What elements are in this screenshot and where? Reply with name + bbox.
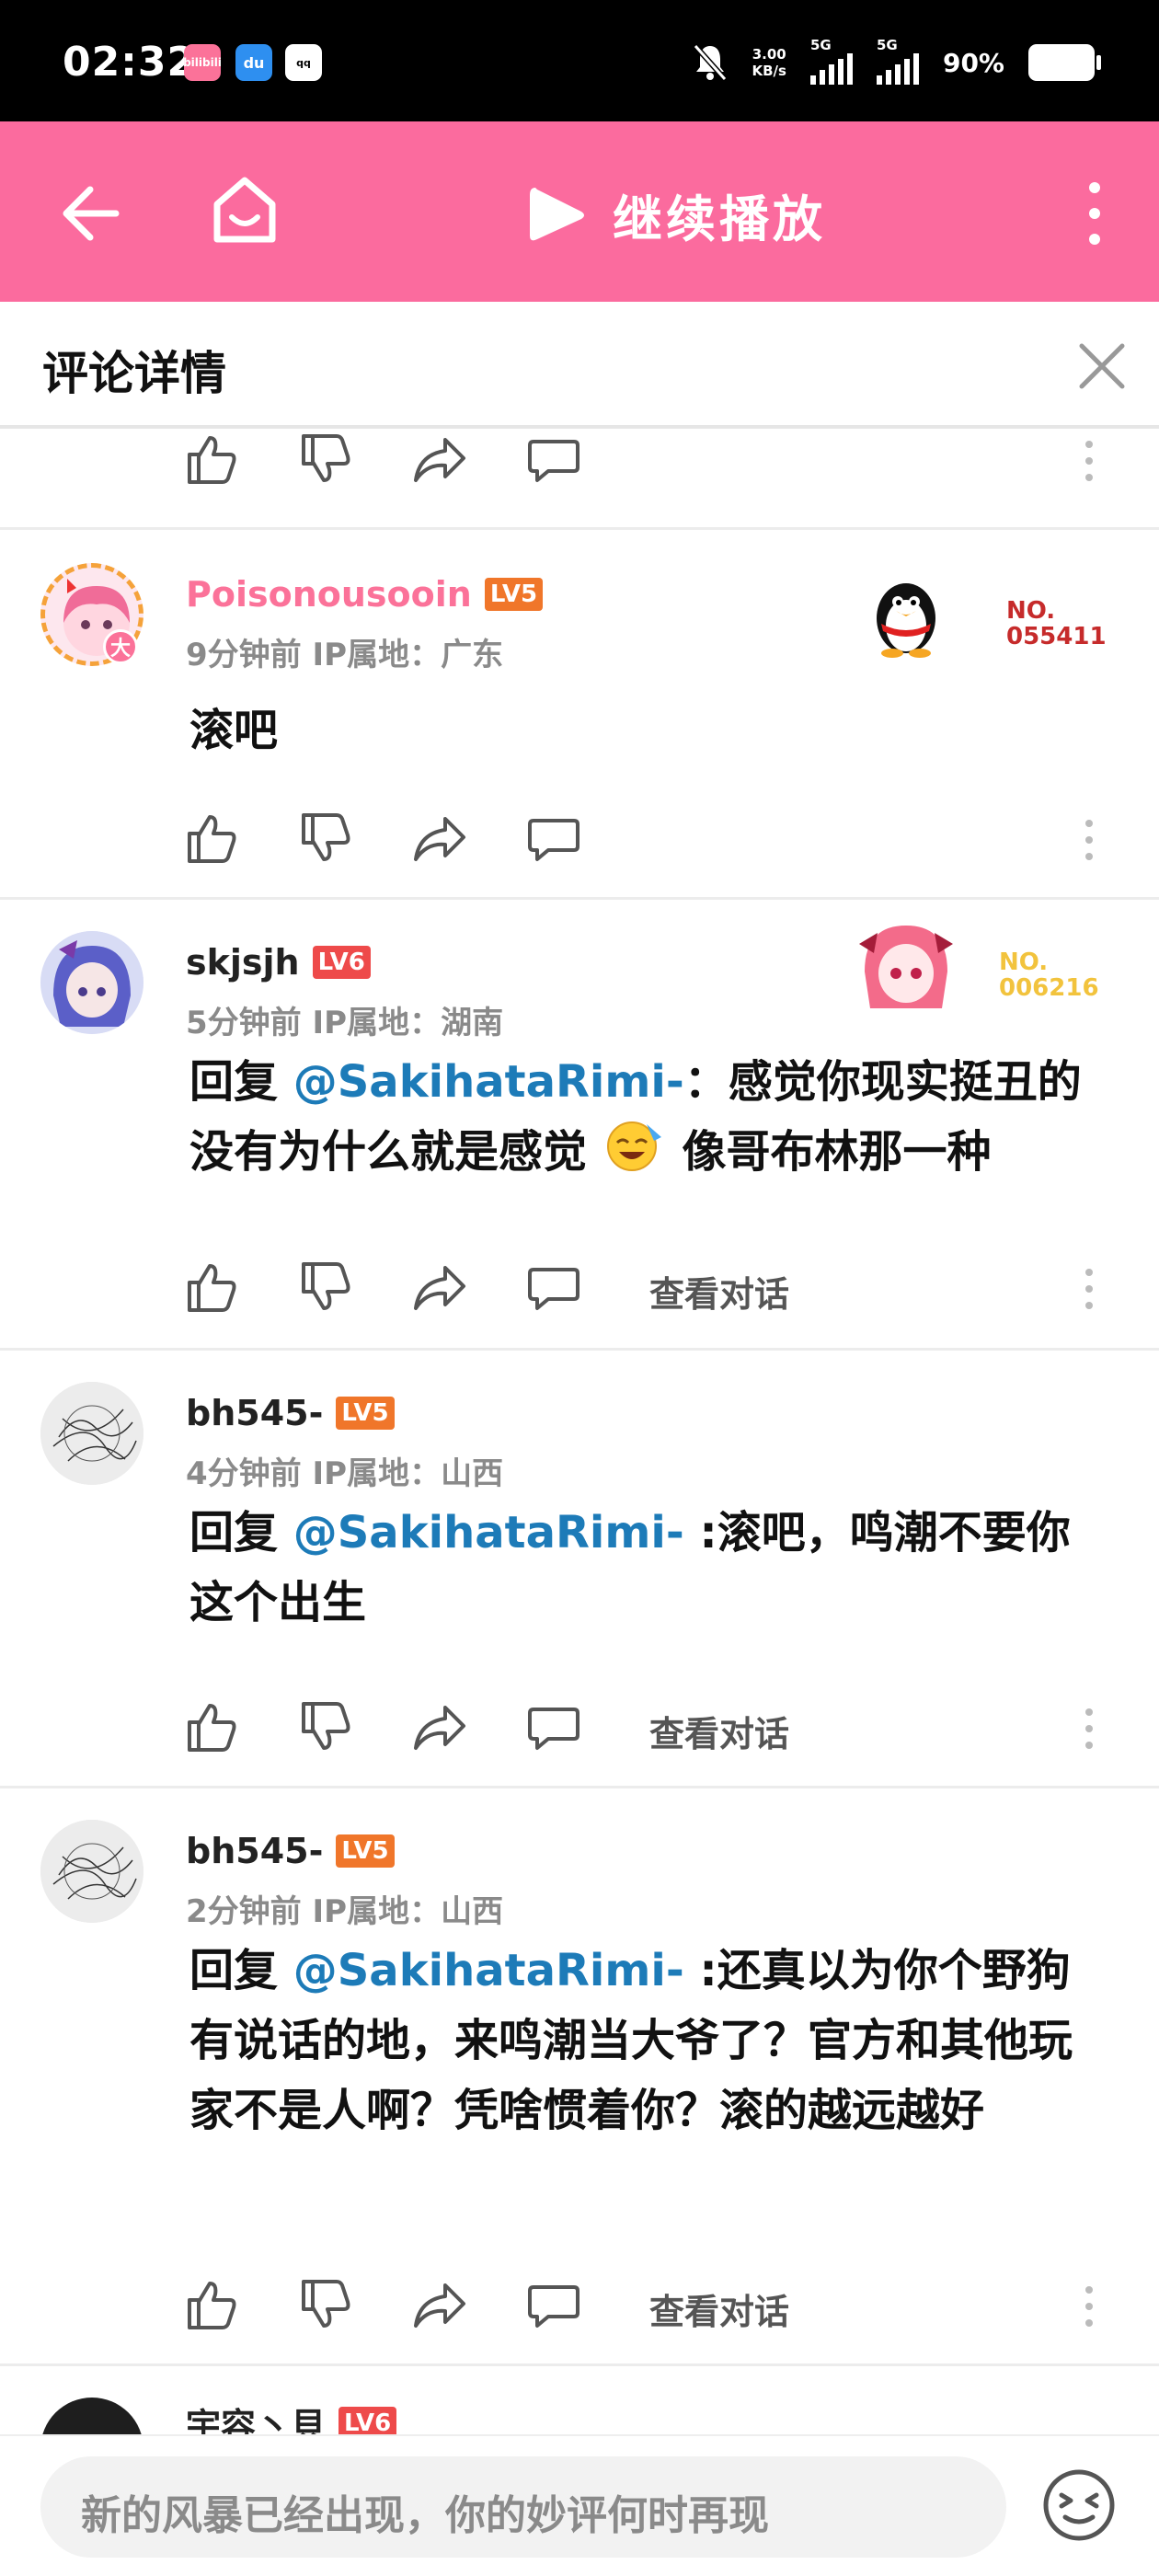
fan-number: NO. 055411 xyxy=(1006,597,1107,650)
close-icon[interactable] xyxy=(1076,340,1128,392)
signal-icon: 5G xyxy=(876,37,919,85)
like-icon[interactable] xyxy=(184,1700,239,1754)
network-speed: 3.00 KB/s xyxy=(752,46,786,79)
level-badge: LV5 xyxy=(336,1834,395,1868)
page-title: 评论详情 xyxy=(42,347,226,400)
comment-actions xyxy=(0,429,1159,530)
more-vertical-icon[interactable] xyxy=(1084,1268,1095,1310)
signal-icon: 5G xyxy=(809,37,853,85)
video-top-bar: 继续播放 xyxy=(0,121,1159,302)
comment-item: bh545- LV5 4分钟前 IP属地：山西 回复 @SakihataRimi… xyxy=(0,1351,1159,1788)
avatar[interactable] xyxy=(40,1382,143,1485)
like-icon[interactable] xyxy=(184,432,239,486)
username[interactable]: bh545- xyxy=(186,1831,323,1871)
more-vertical-icon[interactable] xyxy=(1084,2285,1095,2328)
dislike-icon[interactable] xyxy=(298,1260,353,1314)
avatar-image xyxy=(40,931,143,1034)
laughing-crying-emoji-icon xyxy=(606,1121,661,1171)
avatar-image xyxy=(40,1820,143,1923)
view-conversation-link[interactable]: 查看对话 xyxy=(649,1266,789,1317)
reply-icon[interactable] xyxy=(526,2278,581,2331)
mention-link[interactable]: @SakihataRimi- xyxy=(293,1945,684,1996)
more-vertical-icon[interactable] xyxy=(1084,819,1095,861)
share-icon[interactable] xyxy=(412,2278,467,2331)
more-vertical-icon[interactable] xyxy=(1084,1708,1095,1750)
comment-item: 大 Poisonousooin LV5 9分钟前 IP属地：广东 NO. 055… xyxy=(0,532,1159,900)
qq-app-icon: qq xyxy=(285,44,322,81)
view-conversation-link[interactable]: 查看对话 xyxy=(649,1706,789,1756)
comment-detail-header: 评论详情 xyxy=(0,302,1159,429)
view-conversation-link[interactable]: 查看对话 xyxy=(649,2283,789,2334)
username[interactable]: bh545- xyxy=(186,1393,323,1433)
level-badge: LV5 xyxy=(484,578,544,611)
penguin-badge-icon xyxy=(877,583,935,658)
like-icon[interactable] xyxy=(184,811,239,865)
status-time: 02:32 xyxy=(63,39,197,86)
play-icon xyxy=(530,187,584,240)
fan-number: NO. 006216 xyxy=(999,949,1099,1002)
dislike-icon[interactable] xyxy=(298,432,353,486)
comment-input-bar: 新的风暴已经出现，你的妙评何时再现 xyxy=(0,2434,1159,2576)
avatar[interactable] xyxy=(40,1820,143,1923)
comment-meta: 2分钟前 IP属地：山西 xyxy=(186,1893,504,1930)
reply-icon[interactable] xyxy=(526,1260,581,1314)
like-icon[interactable] xyxy=(184,2278,239,2331)
comment-item: skjsjh LV6 5分钟前 IP属地：湖南 NO. 006216 回复 @S… xyxy=(0,900,1159,1351)
back-arrow-icon[interactable] xyxy=(57,180,123,247)
dislike-icon[interactable] xyxy=(298,2278,353,2331)
comment-text: 回复 @SakihataRimi-：感觉你现实挺丑的没有为什么就是感觉 像哥布林… xyxy=(189,1056,1082,1178)
mention-link[interactable]: @SakihataRimi- xyxy=(293,1507,684,1558)
continue-play-label: 继续播放 xyxy=(613,190,826,248)
reply-icon[interactable] xyxy=(526,811,581,865)
emoji-icon[interactable] xyxy=(1041,2467,1117,2543)
level-badge: LV6 xyxy=(312,946,371,979)
battery-level: 90% xyxy=(942,47,1004,78)
avatar-image xyxy=(40,1382,143,1485)
battery-icon xyxy=(1028,44,1101,81)
comment-input[interactable]: 新的风暴已经出现，你的妙评何时再现 xyxy=(40,2456,1006,2558)
du-app-icon: du xyxy=(235,44,272,81)
share-icon[interactable] xyxy=(412,432,467,486)
vip-badge: 大 xyxy=(103,629,138,664)
comment-input-placeholder: 新的风暴已经出现，你的妙评何时再现 xyxy=(81,2492,769,2539)
mention-link[interactable]: @SakihataRimi- xyxy=(293,1056,684,1108)
bilibili-app-icon: bilibili xyxy=(183,44,222,81)
avatar[interactable] xyxy=(40,931,143,1034)
dislike-icon[interactable] xyxy=(298,811,353,865)
more-vertical-icon[interactable] xyxy=(1084,177,1106,250)
anime-girl-badge-icon xyxy=(859,926,953,1008)
comment-meta: 4分钟前 IP属地：山西 xyxy=(186,1455,504,1492)
comment-item: bh545- LV5 2分钟前 IP属地：山西 回复 @SakihataRimi… xyxy=(0,1788,1159,2366)
comment-meta: 5分钟前 IP属地：湖南 xyxy=(186,1005,504,1041)
home-icon[interactable] xyxy=(210,173,280,247)
comment-text: 回复 @SakihataRimi- :还真以为你个野狗有说话的地，来鸣潮当大爷了… xyxy=(189,1945,1073,2136)
mute-bell-icon xyxy=(693,44,727,81)
comment-text: 回复 @SakihataRimi- :滚吧，鸣潮不要你这个出生 xyxy=(189,1507,1071,1628)
status-bar: 02:32 bilibili du qq 3.00 KB/s 5G 5G 90% xyxy=(0,0,1159,121)
like-icon[interactable] xyxy=(184,1260,239,1314)
continue-play-button[interactable]: 继续播放 xyxy=(526,178,826,251)
comment-text: 滚吧 xyxy=(189,705,279,756)
comment-meta: 9分钟前 IP属地：广东 xyxy=(186,637,504,673)
share-icon[interactable] xyxy=(412,1700,467,1754)
share-icon[interactable] xyxy=(412,811,467,865)
reply-icon[interactable] xyxy=(526,1700,581,1754)
username[interactable]: skjsjh xyxy=(186,942,300,983)
username[interactable]: Poisonousooin xyxy=(186,574,472,615)
more-vertical-icon[interactable] xyxy=(1084,440,1095,482)
level-badge: LV5 xyxy=(336,1397,395,1430)
share-icon[interactable] xyxy=(412,1260,467,1314)
dislike-icon[interactable] xyxy=(298,1700,353,1754)
reply-icon[interactable] xyxy=(526,432,581,486)
